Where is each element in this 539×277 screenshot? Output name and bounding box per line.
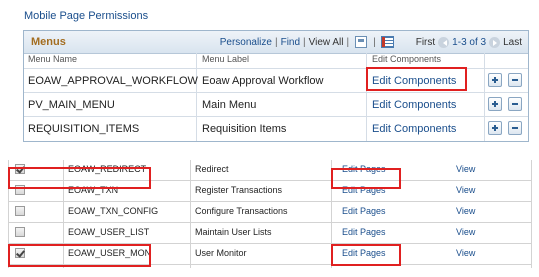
select-checkbox[interactable] [15, 248, 25, 258]
table-row: PV_MAIN_MENU Main Menu Edit Components [24, 92, 528, 117]
delete-row-button[interactable] [508, 73, 522, 87]
table-row: EOAW_USER_MON User Monitor Edit Pages Vi… [8, 244, 532, 265]
page-label: Configure Transactions [195, 206, 288, 216]
edit-pages-link[interactable]: Edit Pages [342, 164, 386, 174]
page-name: EOAW_USER_LIST [68, 227, 150, 237]
pages-grid: EOAW_REDIRECT Redirect Edit Pages View E… [8, 160, 532, 268]
table-row: EOAW_REDIRECT Redirect Edit Pages View [8, 160, 532, 181]
edit-pages-link[interactable]: Edit Pages [342, 185, 386, 195]
select-checkbox[interactable] [15, 164, 25, 174]
edit-components-link[interactable]: Edit Components [372, 123, 456, 135]
add-row-button[interactable] [488, 73, 502, 87]
delete-row-button[interactable] [508, 121, 522, 135]
menu-label: Requisition Items [202, 123, 287, 135]
column-header-menu-name: Menu Name [28, 54, 78, 64]
grid-caption: Menus [31, 36, 66, 48]
previous-row-icon[interactable] [438, 36, 450, 48]
menu-label: Main Menu [202, 99, 257, 111]
select-checkbox[interactable] [15, 206, 25, 216]
separator: | [346, 36, 350, 48]
menu-name: EOAW_APPROVAL_WORKFLOW [28, 75, 198, 87]
table-row: EOAW_USER_LIST Maintain User Lists Edit … [8, 223, 532, 244]
view-all-link[interactable]: View All [309, 37, 344, 48]
add-row-button[interactable] [488, 121, 502, 135]
section-title: Mobile Page Permissions [24, 10, 149, 22]
edit-components-link[interactable]: Edit Components [372, 99, 456, 111]
menu-name: REQUISITION_ITEMS [28, 123, 140, 135]
view-link[interactable]: View [456, 248, 475, 258]
view-link[interactable]: View [456, 227, 475, 237]
column-header-edit-components: Edit Components [372, 54, 442, 64]
table-row: REQUISITION_ITEMS Requisition Items Edit… [24, 116, 528, 141]
page-name: EOAW_USER_MON [68, 248, 152, 258]
page-name: EOAW_TXN [68, 185, 119, 195]
edit-pages-link[interactable]: Edit Pages [342, 227, 386, 237]
menus-grid: Menus Personalize | Find | View All | | … [23, 30, 529, 142]
edit-pages-link[interactable]: Edit Pages [342, 206, 386, 216]
column-header-menu-label: Menu Label [202, 54, 250, 64]
grid-header: Menus Personalize | Find | View All | | … [24, 31, 528, 54]
select-checkbox[interactable] [15, 185, 25, 195]
add-row-button[interactable] [488, 97, 502, 111]
page-name: EOAW_REDIRECT [68, 164, 147, 174]
view-link[interactable]: View [456, 185, 475, 195]
view-link[interactable]: View [456, 164, 475, 174]
personalize-link[interactable]: Personalize [220, 37, 272, 48]
row-range: 1-3 of 3 [452, 36, 487, 48]
grid-navigation: Personalize | Find | View All | | First … [220, 36, 522, 48]
delete-row-button[interactable] [508, 97, 522, 111]
page-label: Register Transactions [195, 185, 283, 195]
last-label: Last [503, 36, 522, 48]
next-row-icon[interactable] [489, 36, 501, 48]
menu-label: Eoaw Approval Workflow [202, 75, 324, 87]
table-row: EOAW_TXN_CONFIG Configure Transactions E… [8, 202, 532, 223]
find-link[interactable]: Find [281, 37, 300, 48]
separator: | [373, 36, 376, 48]
separator: | [303, 36, 306, 48]
page-label: Redirect [195, 164, 229, 174]
table-row: EOAW_APPROVAL_WORKFLOW Eoaw Approval Wor… [24, 68, 528, 93]
view-link[interactable]: View [456, 206, 475, 216]
table-row: EOAW_TXN Register Transactions Edit Page… [8, 181, 532, 202]
page-label: User Monitor [195, 248, 247, 258]
edit-pages-link[interactable]: Edit Pages [342, 248, 386, 258]
download-excel-icon[interactable] [380, 36, 394, 48]
select-checkbox[interactable] [15, 227, 25, 237]
page-label: Maintain User Lists [195, 227, 272, 237]
page-name: EOAW_TXN_CONFIG [68, 206, 159, 216]
edit-components-link[interactable]: Edit Components [372, 75, 456, 87]
menu-name: PV_MAIN_MENU [28, 99, 115, 111]
first-label: First [415, 36, 436, 48]
zoom-icon[interactable] [355, 36, 368, 48]
separator: | [274, 36, 278, 48]
